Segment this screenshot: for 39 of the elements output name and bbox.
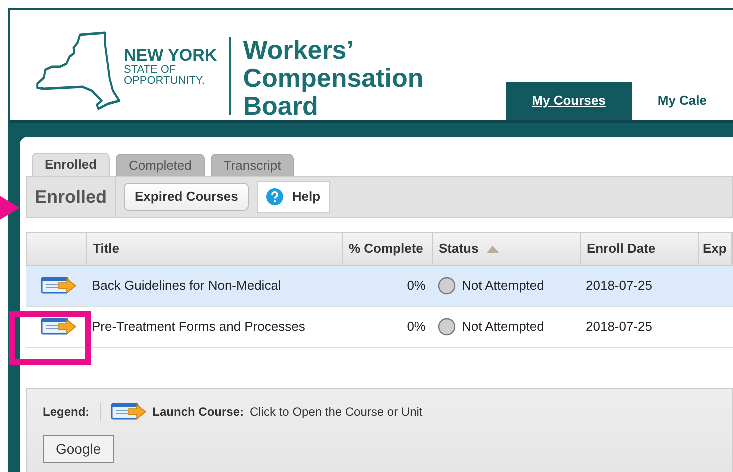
help-button[interactable]: Help — [257, 181, 330, 213]
column-header[interactable]: Title — [87, 233, 343, 265]
agency-name: Board — [243, 92, 318, 120]
launch-course-icon[interactable] — [110, 403, 147, 421]
column-header[interactable]: Status — [433, 233, 581, 265]
launch-course-icon[interactable] — [41, 277, 77, 295]
legend-description: Click to Open the Course or Unit — [250, 404, 423, 421]
enroll-date: 2018-07-25 — [586, 278, 652, 294]
sort-ascending-icon — [486, 246, 499, 252]
legend-item-label: Launch Course: — [152, 404, 244, 421]
percent-complete: 0% — [407, 318, 426, 336]
expired-courses-button[interactable]: Expired Courses — [124, 183, 250, 211]
percent-complete: 0% — [407, 277, 426, 296]
section-title: Enrolled — [27, 177, 116, 217]
status-text: Not Attempted — [462, 318, 544, 336]
agency-name: Workers’ — [243, 36, 355, 64]
column-header[interactable]: Enroll Date — [581, 233, 699, 265]
launch-course-icon[interactable] — [41, 318, 77, 336]
status-circle-icon — [438, 318, 456, 336]
logo-text: OPPORTUNITY. — [124, 76, 206, 87]
column-header[interactable]: Exp — [699, 233, 732, 265]
google-button[interactable]: Google — [43, 435, 114, 463]
tab[interactable]: Enrolled — [32, 153, 110, 176]
pointer-arrow — [0, 196, 20, 220]
nav-tab[interactable]: My Courses — [506, 82, 632, 120]
column-header[interactable]: % Complete — [343, 233, 433, 265]
tab[interactable]: Transcript — [210, 154, 294, 176]
status-text: Not Attempted — [462, 277, 544, 296]
course-title: Pre-Treatment Forms and Processes — [92, 319, 306, 334]
logo-text: NEW YORK — [124, 47, 218, 65]
logo-text: STATE OF — [124, 65, 178, 76]
help-icon — [266, 188, 284, 206]
legend-label: Legend: — [43, 403, 101, 421]
course-title: Back Guidelines for Non-Medical — [92, 278, 282, 294]
enroll-date: 2018-07-25 — [586, 319, 652, 334]
tab[interactable]: Completed — [116, 154, 205, 176]
table-row[interactable]: Back Guidelines for Non-Medical 0% Not Attempted 2018-07-25 — [26, 266, 733, 307]
agency-name: Compensation — [243, 64, 424, 92]
status-circle-icon — [438, 277, 456, 295]
